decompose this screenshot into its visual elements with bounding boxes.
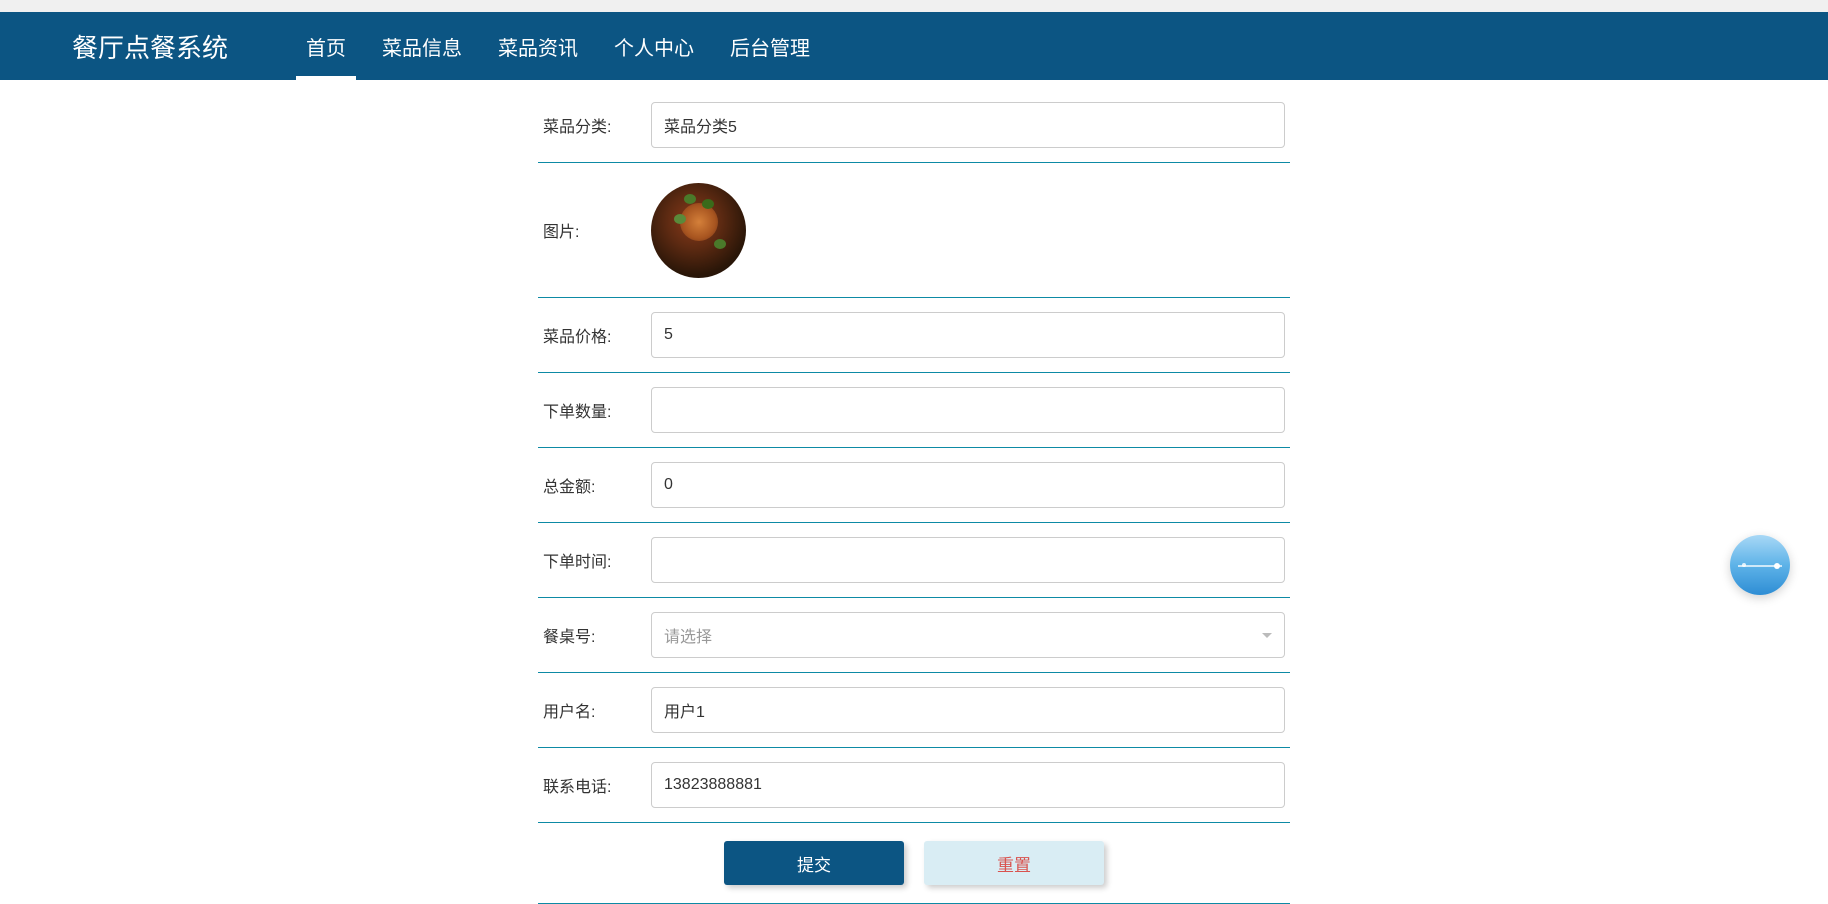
chevron-down-icon bbox=[1262, 633, 1272, 638]
input-category[interactable] bbox=[651, 102, 1285, 148]
select-placeholder: 请选择 bbox=[664, 623, 712, 647]
label-table-no: 餐桌号: bbox=[543, 623, 651, 647]
select-table-no[interactable]: 请选择 bbox=[651, 612, 1285, 658]
row-total: 总金额: bbox=[538, 448, 1290, 523]
nav-profile[interactable]: 个人中心 bbox=[596, 12, 712, 80]
label-total: 总金额: bbox=[543, 473, 651, 497]
reset-button[interactable]: 重置 bbox=[924, 841, 1104, 885]
label-category: 菜品分类: bbox=[543, 113, 651, 137]
nav-dish-news[interactable]: 菜品资讯 bbox=[480, 12, 596, 80]
submit-button[interactable]: 提交 bbox=[724, 841, 904, 885]
label-order-time: 下单时间: bbox=[543, 548, 651, 572]
input-order-time[interactable] bbox=[651, 537, 1285, 583]
nav-items: 首页 菜品信息 菜品资讯 个人中心 后台管理 bbox=[288, 12, 828, 80]
order-form: 菜品分类: 图片: 菜品价格: 下单数量: 总金额: 下单时间: 餐桌号: 请选… bbox=[538, 80, 1290, 904]
app-title: 餐厅点餐系统 bbox=[72, 28, 228, 65]
input-price[interactable] bbox=[651, 312, 1285, 358]
dish-image[interactable] bbox=[651, 183, 746, 278]
row-order-time: 下单时间: bbox=[538, 523, 1290, 598]
row-quantity: 下单数量: bbox=[538, 373, 1290, 448]
input-total[interactable] bbox=[651, 462, 1285, 508]
float-assistant-icon[interactable] bbox=[1730, 535, 1790, 595]
label-username: 用户名: bbox=[543, 698, 651, 722]
nav-home[interactable]: 首页 bbox=[288, 12, 364, 80]
row-image: 图片: bbox=[538, 163, 1290, 298]
top-divider bbox=[0, 0, 1828, 12]
label-image: 图片: bbox=[543, 218, 651, 242]
input-username[interactable] bbox=[651, 687, 1285, 733]
row-username: 用户名: bbox=[538, 673, 1290, 748]
float-icon-decoration bbox=[1742, 563, 1746, 567]
nav-admin[interactable]: 后台管理 bbox=[712, 12, 828, 80]
row-phone: 联系电话: bbox=[538, 748, 1290, 823]
input-quantity[interactable] bbox=[651, 387, 1285, 433]
main-nav: 餐厅点餐系统 首页 菜品信息 菜品资讯 个人中心 后台管理 bbox=[0, 12, 1828, 80]
input-phone[interactable] bbox=[651, 762, 1285, 808]
row-category: 菜品分类: bbox=[538, 88, 1290, 163]
row-price: 菜品价格: bbox=[538, 298, 1290, 373]
label-quantity: 下单数量: bbox=[543, 398, 651, 422]
label-price: 菜品价格: bbox=[543, 323, 651, 347]
label-phone: 联系电话: bbox=[543, 773, 651, 797]
button-row: 提交 重置 bbox=[538, 823, 1290, 904]
row-table-no: 餐桌号: 请选择 bbox=[538, 598, 1290, 673]
nav-dish-info[interactable]: 菜品信息 bbox=[364, 12, 480, 80]
